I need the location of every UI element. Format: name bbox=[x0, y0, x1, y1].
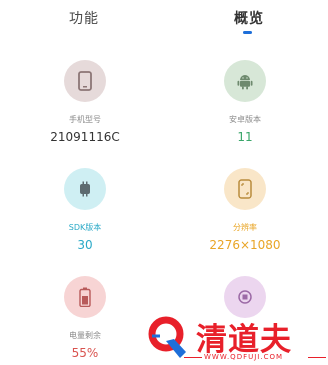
watermark-logo-icon bbox=[148, 316, 186, 358]
battery-label: 电量剩余 bbox=[69, 331, 101, 340]
model-value: 21091116C bbox=[50, 130, 120, 144]
resolution-card: 分辨率 2276×1080 bbox=[185, 168, 305, 253]
watermark-divider-right bbox=[308, 357, 326, 358]
sdk-icon bbox=[64, 168, 106, 210]
watermark-url: WWW.QDFUJI.COM bbox=[204, 353, 284, 361]
battery-card: 电量剩余 55% bbox=[25, 276, 145, 361]
device-info-grid: 手机型号 21091116C 安卓版本 11 SDK版本 30 分辨率 2276… bbox=[0, 0, 328, 365]
android-icon bbox=[224, 60, 266, 102]
watermark: 清道夫 WWW.QDFUJI.COM bbox=[146, 312, 328, 365]
watermark-divider-left bbox=[184, 357, 202, 358]
android-version-value: 11 bbox=[237, 130, 253, 144]
resolution-value: 2276×1080 bbox=[209, 238, 281, 252]
sdk-version-label: SDK版本 bbox=[68, 223, 102, 232]
resolution-label: 分辨率 bbox=[233, 223, 257, 232]
model-card: 手机型号 21091116C bbox=[25, 60, 145, 145]
model-label: 手机型号 bbox=[69, 115, 101, 124]
battery-value: 55% bbox=[71, 346, 99, 360]
android-version-label: 安卓版本 bbox=[229, 115, 261, 124]
phone-icon bbox=[64, 60, 106, 102]
screen-icon bbox=[224, 168, 266, 210]
battery-icon bbox=[64, 276, 106, 318]
sdk-version-value: 30 bbox=[77, 238, 93, 252]
sdk-version-card: SDK版本 30 bbox=[25, 168, 145, 253]
android-version-card: 安卓版本 11 bbox=[185, 60, 305, 145]
